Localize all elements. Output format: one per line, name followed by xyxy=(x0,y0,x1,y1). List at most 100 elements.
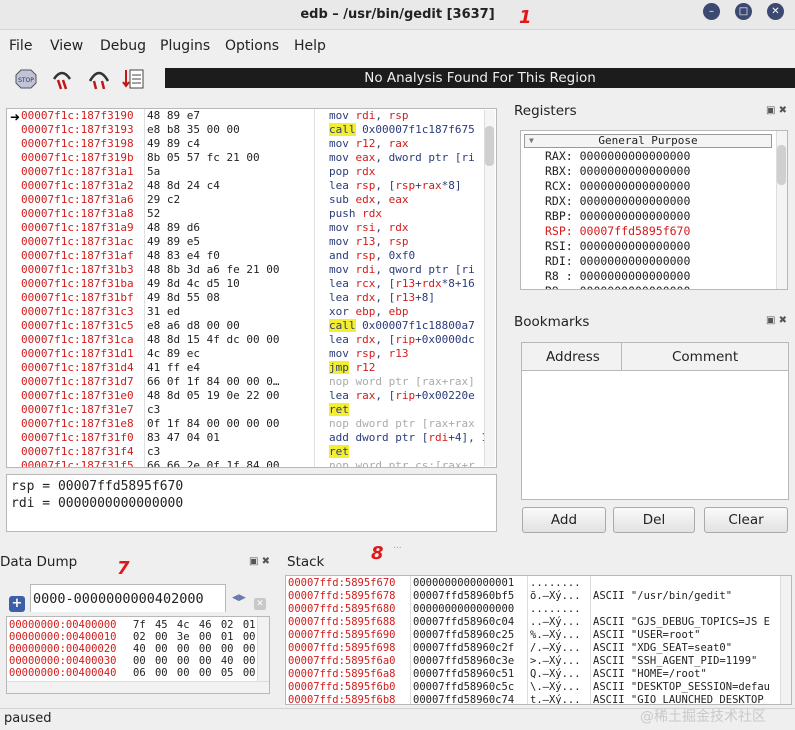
stack-comment: ASCII "SSH_AGENT_PID=1199" xyxy=(593,655,758,667)
collapse-icon[interactable]: ▼ xyxy=(529,135,534,147)
instruction-address: 00007f1c:187f31f4 xyxy=(21,445,134,458)
registers-scrollbar-thumb[interactable] xyxy=(777,145,786,185)
disassembly-row[interactable]: 00007f1c:187f31f4 c3 ret xyxy=(7,445,496,459)
disassembly-row[interactable]: 00007f1c:187f31e8 0f 1f 84 00 00 00 00 nop… xyxy=(7,417,496,431)
disassembly-row[interactable]: 00007f1c:187f31a6 29 c2 sub edx, eax xyxy=(7,193,496,207)
disassembly-row[interactable]: 00007f1c:187f31af 48 83 e4 f0 and rsp, 0xf… xyxy=(7,249,496,263)
stack-row[interactable]: 00007ffd:5895f688 00007ffd58960c04 ..–Xý..… xyxy=(286,616,791,629)
stack-row[interactable]: 00007ffd:5895f6a0 00007ffd58960c3e >.–Xý..… xyxy=(286,655,791,668)
register-row[interactable]: RBP: 0000000000000000 xyxy=(545,209,690,224)
splitter-handle[interactable]: ... xyxy=(393,541,402,551)
disassembly-row[interactable]: 00007f1c:187f31d7 66 0f 1f 84 00 00 0… nop… xyxy=(7,375,496,389)
add-bookmark-button[interactable]: Add xyxy=(522,507,606,533)
step-into-icon[interactable] xyxy=(49,67,75,91)
register-row[interactable]: RSI: 0000000000000000 xyxy=(545,239,690,254)
disassembly-row[interactable]: 00007f1c:187f3190 48 89 e7 mov rdi, rsp xyxy=(7,109,496,123)
disassembly-row[interactable]: 00007f1c:187f31a9 48 89 d6 mov rsi, rdx xyxy=(7,221,496,235)
data-dump-float-close-icons[interactable]: ▣ ✖ xyxy=(249,556,279,568)
disassembly-row[interactable]: 00007f1c:187f31c5 e8 a6 d8 00 00 call 0x00… xyxy=(7,319,496,333)
data-dump-vscrollbar[interactable] xyxy=(257,617,269,681)
maximize-icon[interactable]: □ xyxy=(735,3,752,20)
instruction-bytes: 29 c2 xyxy=(147,193,181,206)
disassembly-row[interactable]: 00007f1c:187f31d4 41 ff e4 jmp r12 xyxy=(7,361,496,375)
stack-ascii: /.–Xý... xyxy=(530,642,581,654)
column-comment[interactable]: Comment xyxy=(672,349,738,365)
instruction-address: 00007f1c:187f3193 xyxy=(21,123,134,136)
current-instruction-arrow-icon: ➜ xyxy=(10,110,21,124)
stack-row[interactable]: 00007ffd:5895f690 00007ffd58960c25 %.–Xý..… xyxy=(286,629,791,642)
step-over-icon[interactable] xyxy=(86,67,112,91)
disassembly-row[interactable]: 00007f1c:187f31f5 66 66 2e 0f 1f 84 00 nop… xyxy=(7,459,496,467)
register-row[interactable]: RCX: 0000000000000000 xyxy=(545,179,690,194)
instruction-bytes: 48 8d 24 c4 xyxy=(147,179,220,192)
disassembly-row[interactable]: 00007f1c:187f31e0 48 8d 05 19 0e 22 00 lea… xyxy=(7,389,496,403)
disassembly-row[interactable]: 00007f1c:187f3198 49 89 c4 mov r12, rax xyxy=(7,137,496,151)
stack-row[interactable]: 00007ffd:5895f6a8 00007ffd58960c51 Q.–Xý..… xyxy=(286,668,791,681)
disassembly-row[interactable]: 00007f1c:187f31ca 48 8d 15 4f dc 00 00 lea… xyxy=(7,333,496,347)
clear-bookmarks-button[interactable]: Clear xyxy=(704,507,788,533)
disassembly-row[interactable]: 00007f1c:187f31a2 48 8d 24 c4 lea rsp, [rs… xyxy=(7,179,496,193)
menu-file[interactable]: File xyxy=(9,38,32,54)
instruction-bytes: 4c 89 ec xyxy=(147,347,200,360)
stack-row[interactable]: 00007ffd:5895f680 0000000000000000.......… xyxy=(286,603,791,616)
stack-row[interactable]: 00007ffd:5895f678 00007ffd58960bf5 õ.–Xý..… xyxy=(286,590,791,603)
disassembly-row[interactable]: 00007f1c:187f31c3 31 ed xor ebp, ebp xyxy=(7,305,496,319)
stack-value: 0000000000000001 xyxy=(413,577,515,589)
stack-row[interactable]: 00007ffd:5895f6b0 00007ffd58960c5c \.–Xý..… xyxy=(286,681,791,694)
data-dump-row[interactable]: 00000000:00400010 02 00 3e 00 01 00 xyxy=(7,631,269,643)
register-row[interactable]: RAX: 0000000000000000 xyxy=(545,149,690,164)
register-row[interactable]: R9 : 0000000000000000 xyxy=(545,284,690,289)
menu-debug[interactable]: Debug xyxy=(100,38,146,54)
register-row[interactable]: RDI: 0000000000000000 xyxy=(545,254,690,269)
stack-ascii: ........ xyxy=(530,577,581,589)
instruction-address: 00007f1c:187f31ca xyxy=(21,333,134,346)
data-dump-row[interactable]: 00000000:00400020 40 00 00 00 00 00 xyxy=(7,643,269,655)
run-icon[interactable] xyxy=(121,67,147,91)
disassembly-row[interactable]: 00007f1c:187f31a8 52 push rdx xyxy=(7,207,496,221)
add-tab-icon[interactable]: + xyxy=(9,596,25,612)
register-group-header[interactable]: ▼ General Purpose xyxy=(524,134,772,148)
register-row[interactable]: RSP: 00007ffd5895f670 xyxy=(545,224,690,239)
data-dump-view[interactable]: 00000000:00400000 7f 45 4c 46 02 01 000000… xyxy=(6,616,270,694)
close-icon[interactable]: ✕ xyxy=(767,3,784,20)
stop-icon[interactable]: STOP xyxy=(13,67,39,91)
disassembly-row[interactable]: 00007f1c:187f3193 e8 b8 35 00 00 call 0x00… xyxy=(7,123,496,137)
disassembly-row[interactable]: 00007f1c:187f31d1 4c 89 ec mov rsp, r13 xyxy=(7,347,496,361)
disassembly-row[interactable]: 00007f1c:187f319b 8b 05 57 fc 21 00 mov ea… xyxy=(7,151,496,165)
menu-help[interactable]: Help xyxy=(294,38,326,54)
data-dump-hscrollbar[interactable] xyxy=(7,681,269,693)
data-dump-tab[interactable]: 0000-0000000000402000 xyxy=(30,584,226,612)
disassembly-row[interactable]: 00007f1c:187f31b3 48 8b 3d a6 fe 21 00 mov… xyxy=(7,263,496,277)
data-dump-row[interactable]: 00000000:00400030 00 00 00 00 40 00 xyxy=(7,655,269,667)
data-dump-row[interactable]: 00000000:00400000 7f 45 4c 46 02 01 xyxy=(7,619,269,631)
bookmarks-float-close-icons[interactable]: ▣ ✖ xyxy=(766,315,795,327)
disassembly-row[interactable]: 00007f1c:187f31bf 49 8d 55 08 lea rdx, [r1… xyxy=(7,291,496,305)
register-row[interactable]: RBX: 0000000000000000 xyxy=(545,164,690,179)
disassembly-row[interactable]: 00007f1c:187f31ba 49 8d 4c d5 10 lea rcx, … xyxy=(7,277,496,291)
disassembly-row[interactable]: 00007f1c:187f31e7 c3 ret xyxy=(7,403,496,417)
register-row[interactable]: R8 : 0000000000000000 xyxy=(545,269,690,284)
registers-panel[interactable]: RAX: 0000000000000000 RBX: 00000000000000… xyxy=(520,130,788,290)
data-dump-row[interactable]: 00000000:00400040 06 00 00 00 05 00 xyxy=(7,667,269,679)
minimize-icon[interactable]: – xyxy=(703,3,720,20)
info-line: rsp = 00007ffd5895f670 xyxy=(11,479,184,494)
disassembly-view[interactable]: 00007f1c:187f3190 48 89 e7 mov rdi, rsp 000… xyxy=(6,108,497,468)
stack-row[interactable]: 00007ffd:5895f670 0000000000000001.......… xyxy=(286,577,791,590)
stack-view[interactable]: 00007ffd:5895f670 0000000000000001.......… xyxy=(285,575,792,705)
register-row[interactable]: RDX: 0000000000000000 xyxy=(545,194,690,209)
stack-scrollbar[interactable] xyxy=(780,576,791,704)
close-tab-icon[interactable]: ✕ xyxy=(254,598,266,610)
delete-bookmark-button[interactable]: Del xyxy=(613,507,695,533)
registers-float-close-icons[interactable]: ▣ ✖ xyxy=(766,105,795,117)
menu-view[interactable]: View xyxy=(50,38,83,54)
stack-row[interactable]: 00007ffd:5895f6b8 00007ffd58960c74 t.–Xý..… xyxy=(286,694,791,704)
disassembly-row[interactable]: 00007f1c:187f31ac 49 89 e5 mov r13, rsp xyxy=(7,235,496,249)
disassembly-scrollbar-thumb[interactable] xyxy=(485,126,494,166)
stack-row[interactable]: 00007ffd:5895f698 00007ffd58960c2f /.–Xý..… xyxy=(286,642,791,655)
disassembly-row[interactable]: 00007f1c:187f31f0 83 47 04 01 add dword pt… xyxy=(7,431,496,445)
disassembly-row[interactable]: 00007f1c:187f31a1 5a pop rdx xyxy=(7,165,496,179)
menu-options[interactable]: Options xyxy=(225,38,279,54)
column-address[interactable]: Address xyxy=(546,349,600,365)
menu-plugins[interactable]: Plugins xyxy=(160,38,210,54)
tab-scroll-arrows-icon[interactable]: ◀▶ xyxy=(232,585,254,612)
